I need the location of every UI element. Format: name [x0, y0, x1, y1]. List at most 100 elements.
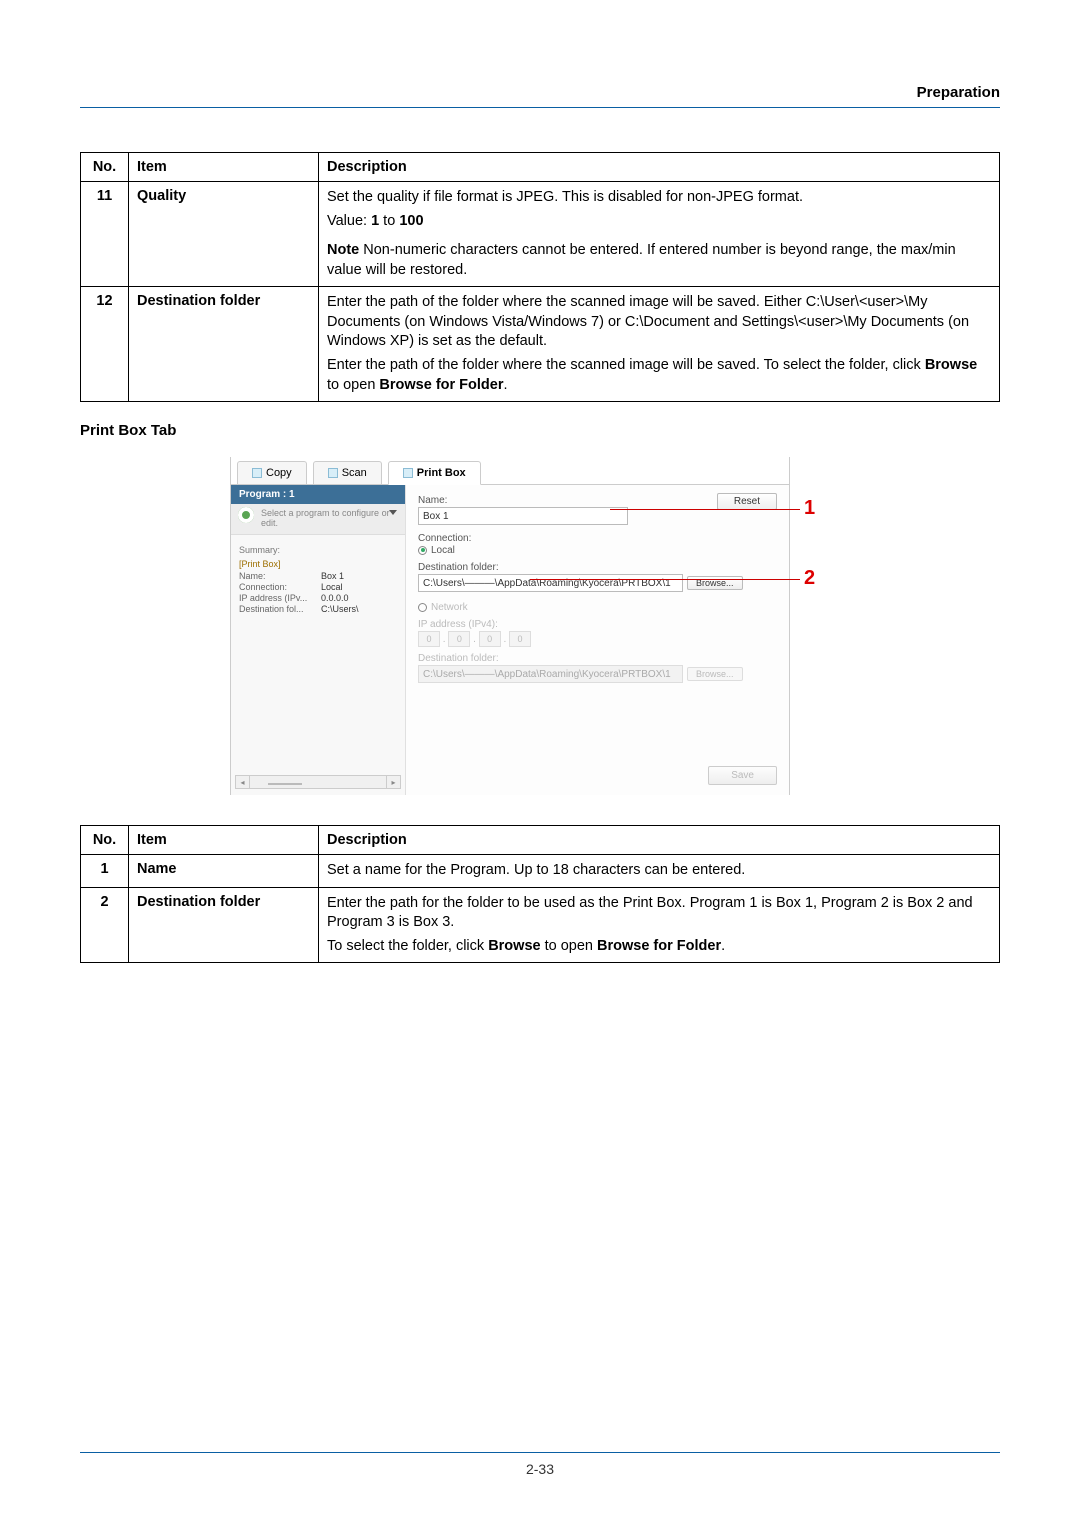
- text: to open: [541, 938, 597, 954]
- callout-leader-1: [610, 509, 800, 510]
- cell-no: 1: [81, 855, 129, 888]
- tab-label: Scan: [342, 467, 367, 479]
- program-select[interactable]: Select a program to configure or edit.: [231, 504, 405, 535]
- header-section: Preparation: [80, 84, 1000, 108]
- cell-desc: Set the quality if file format is JPEG. …: [319, 182, 1000, 287]
- text-bold: Browse for Folder: [379, 377, 503, 393]
- ip-octet: [509, 631, 531, 647]
- cell-desc: Enter the path for the folder to be used…: [319, 887, 1000, 963]
- document-icon: [252, 468, 262, 478]
- tab-scan[interactable]: Scan: [313, 461, 382, 484]
- desc-line: To select the folder, click Browse to op…: [327, 937, 991, 957]
- document-icon: [403, 468, 413, 478]
- tab-label: Print Box: [417, 467, 466, 479]
- text: to: [379, 213, 399, 229]
- text-bold: 1: [371, 213, 379, 229]
- cell-desc: Set a name for the Program. Up to 18 cha…: [319, 855, 1000, 888]
- cell-no: 2: [81, 887, 129, 963]
- scroll-thumb[interactable]: [268, 783, 302, 785]
- cell-item: Destination folder: [129, 287, 319, 402]
- radio-network[interactable]: [418, 603, 427, 612]
- summary-category: [Print Box]: [231, 559, 405, 569]
- callout-2: 2: [804, 567, 815, 590]
- desc-note: Note Non-numeric characters cannot be en…: [327, 241, 991, 280]
- text-bold: Browse: [488, 938, 540, 954]
- sidebar: Program : 1 Select a program to configur…: [231, 485, 406, 795]
- reset-button[interactable]: Reset: [717, 493, 777, 510]
- connection-row: Connection: Local: [418, 533, 777, 556]
- settings-table-1: No. Item Description 11 Quality Set the …: [80, 152, 1000, 402]
- text-bold: 100: [399, 213, 423, 229]
- ip-octet: [418, 631, 440, 647]
- settings-table-2: No. Item Description 1 Name Set a name f…: [80, 825, 1000, 963]
- text: Value:: [327, 213, 371, 229]
- radio-local-label: Local: [431, 545, 455, 556]
- callout-1: 1: [804, 497, 815, 520]
- connection-label: Connection:: [418, 533, 777, 544]
- summary-conn-value: Local: [321, 582, 397, 592]
- ip-label: IP address (IPv4):: [418, 619, 777, 630]
- note-label: Note: [327, 242, 359, 258]
- cell-item: Destination folder: [129, 887, 319, 963]
- summary-conn-label: Connection:: [239, 582, 319, 592]
- desc-line: Enter the path of the folder where the s…: [327, 356, 991, 395]
- th-desc: Description: [319, 153, 1000, 182]
- summary-name-value: Box 1: [321, 571, 397, 581]
- page-footer: 2-33: [80, 1452, 1000, 1477]
- summary-name-label: Name:: [239, 571, 319, 581]
- network-row: Network: [418, 602, 777, 613]
- summary-ip-value: 0.0.0.0: [321, 593, 397, 603]
- browse-button-disabled: Browse...: [687, 667, 743, 681]
- cell-desc: Enter the path of the folder where the s…: [319, 287, 1000, 402]
- scroll-right-button[interactable]: ▸: [386, 776, 400, 788]
- th-desc: Description: [319, 826, 1000, 855]
- desc-line: Set a name for the Program. Up to 18 cha…: [327, 861, 991, 881]
- dest-label: Destination folder:: [418, 562, 777, 573]
- text-bold: Browse: [925, 357, 977, 373]
- scroll-left-button[interactable]: ◂: [236, 776, 250, 788]
- desc-line: Value: 1 to 100: [327, 212, 991, 232]
- text: To select the folder, click: [327, 938, 488, 954]
- horizontal-scrollbar[interactable]: ◂ ▸: [235, 775, 401, 789]
- program-hint: Select a program to configure or edit.: [261, 508, 390, 528]
- tab-copy[interactable]: Copy: [237, 461, 307, 484]
- tab-printbox[interactable]: Print Box: [388, 461, 481, 485]
- desc-line: Enter the path of the folder where the s…: [327, 293, 991, 352]
- browse-button[interactable]: Browse...: [687, 576, 743, 590]
- text: to open: [327, 377, 379, 393]
- th-no: No.: [81, 153, 129, 182]
- table-row: 2 Destination folder Enter the path for …: [81, 887, 1000, 963]
- cell-no: 11: [81, 182, 129, 287]
- th-no: No.: [81, 826, 129, 855]
- dest2-label: Destination folder:: [418, 653, 777, 664]
- dest2-input: [418, 665, 683, 683]
- page-number: 2-33: [526, 1461, 554, 1477]
- table-row: 11 Quality Set the quality if file forma…: [81, 182, 1000, 287]
- cell-item: Quality: [129, 182, 319, 287]
- cell-item: Name: [129, 855, 319, 888]
- text: .: [721, 938, 725, 954]
- section-heading: Print Box Tab: [80, 422, 1000, 439]
- summary-grid: Name:Box 1 Connection:Local IP address (…: [231, 569, 405, 616]
- dest-row: Destination folder: Browse...: [418, 562, 777, 592]
- summary-ip-label: IP address (IPv...: [239, 593, 319, 603]
- radio-local[interactable]: [418, 546, 427, 555]
- dest2-row: Destination folder: Browse...: [418, 653, 777, 683]
- dest-input[interactable]: [418, 574, 683, 592]
- callout-leader-2: [530, 579, 800, 580]
- table-row: 12 Destination folder Enter the path of …: [81, 287, 1000, 402]
- tab-label: Copy: [266, 467, 292, 479]
- program-title: Program : 1: [231, 485, 405, 504]
- ip-row: IP address (IPv4): . . .: [418, 619, 777, 647]
- document-icon: [328, 468, 338, 478]
- name-input[interactable]: [418, 507, 628, 525]
- save-button[interactable]: Save: [708, 766, 777, 785]
- tab-bar: Copy Scan Print Box: [231, 457, 789, 485]
- th-item: Item: [129, 153, 319, 182]
- form-panel: Reset Name: Connection: Local Destinatio…: [406, 485, 789, 795]
- summary-dest-value: C:\Users\: [321, 604, 397, 614]
- cell-no: 12: [81, 287, 129, 402]
- summary-label: Summary:: [231, 535, 405, 559]
- text-bold: Browse for Folder: [597, 938, 721, 954]
- chevron-down-icon: [389, 510, 397, 515]
